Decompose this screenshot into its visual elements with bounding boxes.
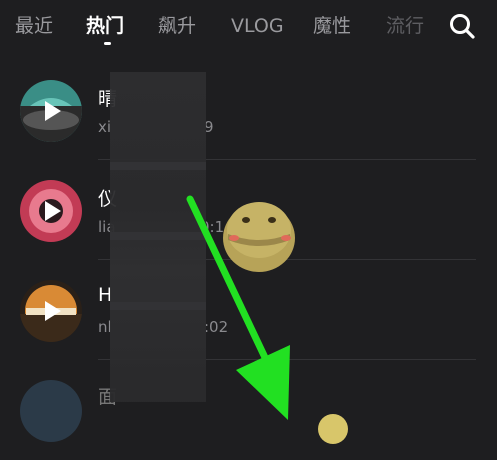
active-tab-indicator bbox=[104, 42, 111, 45]
tab-rising[interactable]: 飙升 bbox=[158, 14, 196, 38]
play-icon bbox=[45, 301, 61, 321]
song-cover[interactable] bbox=[20, 380, 82, 442]
tab-hot[interactable]: 热门 bbox=[86, 14, 124, 38]
tab-recent[interactable]: 最近 bbox=[15, 14, 53, 38]
category-tab-bar: 最近 热门 飙升 VLOG 魔性 流行 bbox=[0, 0, 497, 56]
tab-magic[interactable]: 魔性 bbox=[313, 14, 351, 38]
song-cover[interactable] bbox=[20, 280, 82, 342]
search-icon[interactable] bbox=[448, 12, 476, 40]
floating-player-avatar[interactable] bbox=[318, 414, 348, 444]
play-icon bbox=[45, 201, 61, 221]
play-icon bbox=[45, 101, 61, 121]
arrow-annotation-icon bbox=[186, 195, 290, 420]
song-cover[interactable] bbox=[20, 180, 82, 242]
song-row[interactable]: 晴 xi 9 bbox=[0, 60, 497, 160]
tab-popular[interactable]: 流行 bbox=[386, 14, 424, 38]
tab-vlog[interactable]: VLOG bbox=[231, 14, 284, 38]
song-cover[interactable] bbox=[20, 80, 82, 142]
